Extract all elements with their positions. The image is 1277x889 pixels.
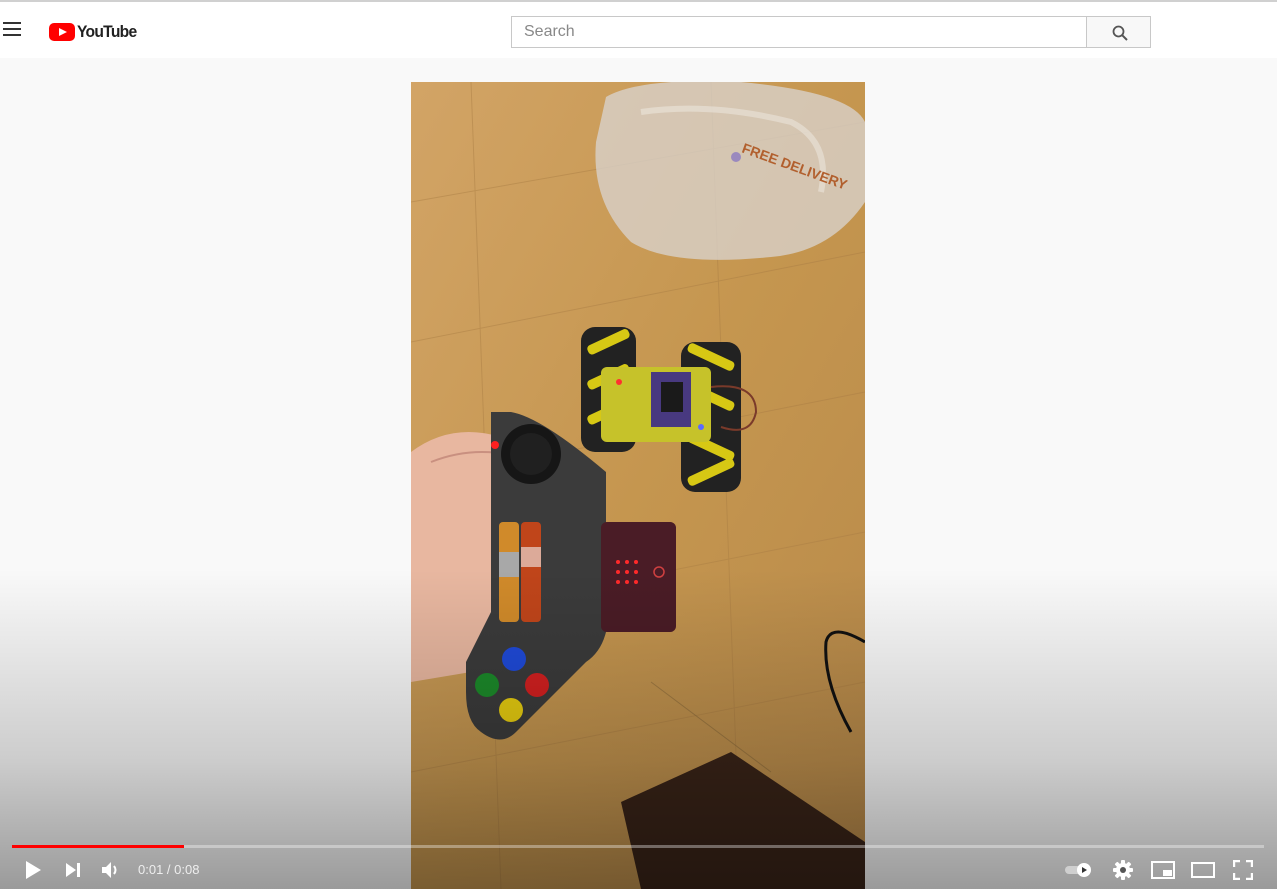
play-icon	[26, 861, 41, 879]
miniplayer-button[interactable]	[1149, 852, 1177, 888]
logo-text: YouTube	[77, 22, 137, 41]
volume-icon	[102, 862, 117, 878]
miniplayer-icon	[1151, 861, 1175, 879]
plastic-bag: FREE DELIVERY	[595, 82, 865, 260]
youtube-logo[interactable]: YouTube	[49, 22, 142, 42]
play-button[interactable]	[20, 852, 46, 888]
fullscreen-icon	[1233, 860, 1253, 880]
search-button[interactable]	[1086, 16, 1151, 48]
progress-bar[interactable]	[12, 845, 1264, 848]
time-separator: /	[163, 862, 175, 877]
player-controls: 0:01 / 0:08	[0, 852, 1277, 888]
search-icon	[1112, 25, 1128, 41]
time-duration: 0:08	[174, 862, 200, 877]
next-button[interactable]	[60, 852, 86, 888]
masthead: YouTube	[0, 0, 1277, 58]
theater-icon	[1191, 862, 1215, 878]
autoplay-toggle-icon	[1065, 863, 1091, 877]
progress-played	[12, 845, 184, 848]
fullscreen-button[interactable]	[1229, 852, 1257, 888]
settings-button[interactable]	[1110, 852, 1136, 888]
theater-button[interactable]	[1189, 852, 1217, 888]
video-content: FREE DELIVERY	[411, 82, 865, 889]
settings-icon	[1113, 860, 1133, 880]
video-player[interactable]: FREE DELIVERY 0:01 / 0:08	[0, 58, 1277, 889]
time-display: 0:01 / 0:08	[138, 852, 199, 888]
volume-button[interactable]	[98, 852, 124, 888]
autoplay-toggle[interactable]	[1063, 852, 1095, 888]
video-frame[interactable]: FREE DELIVERY	[411, 82, 865, 889]
microbit-board	[601, 522, 676, 632]
time-current: 0:01	[138, 862, 164, 877]
menu-icon[interactable]	[3, 22, 23, 38]
youtube-play-icon	[49, 23, 75, 41]
search-input[interactable]	[511, 16, 1087, 48]
next-icon	[66, 863, 80, 877]
